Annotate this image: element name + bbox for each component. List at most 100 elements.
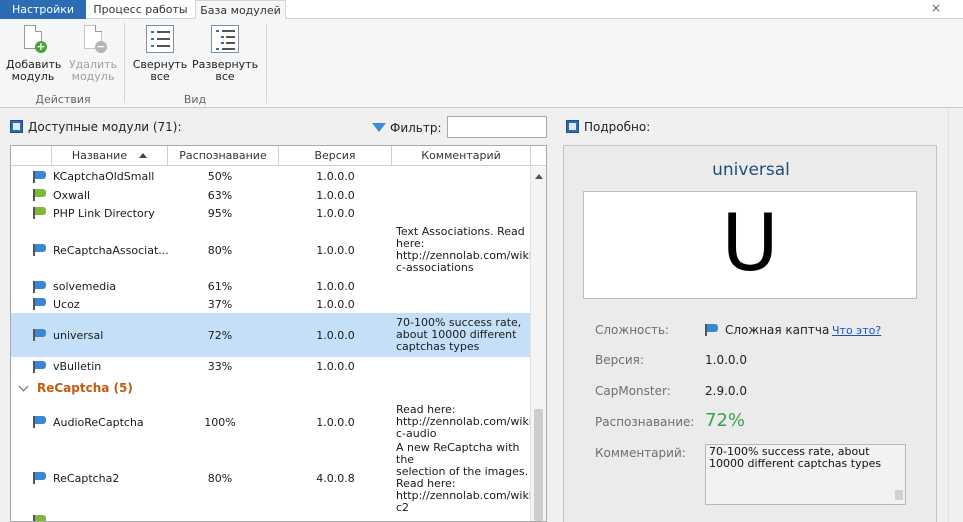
close-icon[interactable]: × [929, 1, 943, 15]
table-row[interactable]: vBulletin 33% 1.0.0.0 [11, 357, 530, 376]
complexity-label: Сложность: [595, 323, 670, 337]
comment-scroll-handle[interactable] [895, 490, 903, 500]
header-version[interactable]: Версия [278, 146, 391, 166]
what-is-this-link[interactable]: Что это? [832, 324, 881, 337]
cell-recognition: 33% [207, 360, 233, 373]
cell-recognition: 100% [204, 415, 236, 429]
details-panel: universal U Сложность: Сложная каптча Чт… [563, 145, 937, 522]
recognition-value: 72% [705, 410, 746, 431]
tab-workflow[interactable]: Процесс работы [86, 0, 195, 19]
expand-all-button[interactable]: Развернуть все [192, 23, 258, 83]
flag-icon [705, 324, 719, 336]
details-icon [566, 120, 579, 133]
grid-scrollbar[interactable] [530, 167, 546, 521]
cell-comment [396, 512, 530, 521]
cell-name: Ucoz [33, 295, 172, 313]
cell-recognition: 61% [207, 280, 233, 293]
funnel-icon [372, 123, 386, 132]
cell-version: 1.0.0.0 [316, 360, 355, 373]
document-add-icon: + [17, 23, 49, 55]
header-comment[interactable]: Комментарий [391, 146, 530, 166]
ribbon: + Добавить модуль − Удалить модуль Дейст… [0, 19, 963, 108]
cell-comment [396, 186, 530, 204]
comment-box[interactable]: 70-100% success rate, about 10000 differ… [705, 444, 906, 505]
window-scrollbar[interactable] [948, 108, 963, 522]
module-name: universal [53, 328, 104, 342]
flag-icon [33, 280, 47, 293]
module-name: vBulletin [53, 360, 102, 373]
cell-recognition: 80% [207, 243, 233, 257]
cell-comment: Read here: http://zennolab.com/wiki/r c-… [396, 403, 541, 440]
table-row[interactable]: Ucoz 37% 1.0.0.0 [11, 295, 530, 313]
cell-name: ReCaptchaAssociat... [33, 222, 172, 278]
complexity-text: Сложная каптча [725, 323, 830, 337]
cell-version [279, 512, 392, 521]
cell-version: 1.0.0.0 [316, 170, 355, 183]
sort-ascending-icon [139, 153, 148, 158]
recognition-label: Распознавание: [595, 415, 695, 429]
header-recognition[interactable]: Распознавание [167, 146, 278, 166]
cell-version: 1.0.0.0 [316, 188, 355, 202]
flag-icon [33, 329, 47, 341]
tab-settings[interactable]: Настройки [0, 0, 86, 19]
cell-comment: 70-100% success rate, about 10000 differ… [396, 316, 522, 353]
modules-grid: Название Распознавание Версия Комментари… [10, 145, 547, 522]
table-row[interactable]: solvemedia 61% 1.0.0.0 [11, 278, 530, 295]
flag-icon [33, 416, 47, 428]
ribbon-separator [266, 23, 267, 103]
cell-recognition [158, 512, 282, 521]
modules-icon [10, 120, 23, 133]
document-remove-icon: − [77, 23, 109, 55]
cell-comment [396, 167, 530, 186]
header-name-label: Название [71, 149, 128, 162]
cell-name: solvemedia [33, 278, 172, 295]
cell-version: 1.0.0.0 [316, 243, 355, 257]
cell-recognition: 95% [207, 206, 233, 220]
cell-recognition: 80% [207, 471, 233, 485]
collapse-all-button[interactable]: Свернуть все [131, 23, 189, 83]
details-header-title: Подробно: [584, 120, 651, 134]
scrollbar-thumb[interactable] [534, 409, 543, 521]
group-label-actions: Действия [35, 93, 91, 106]
chevron-down-icon[interactable] [18, 381, 29, 392]
cell-name: PHP Link Directory [33, 204, 172, 222]
group-row-recaptcha[interactable]: ReCaptcha (5) [11, 376, 530, 400]
cell-comment: Text Associations. Read here: http://zen… [396, 225, 541, 274]
cell-version: 4.0.0.8 [316, 471, 355, 485]
available-modules-title: Доступные модули (71): [28, 120, 182, 134]
table-row[interactable]: ReCaptcha2 80% 4.0.0.8 A new ReCaptcha with… [11, 442, 540, 514]
table-row[interactable]: AudioReCaptcha 100% 1.0.0.0 Read here: http… [11, 400, 541, 444]
module-name: solvemedia [53, 280, 117, 293]
table-row[interactable]: KCaptchaOldSmall 50% 1.0.0.0 [11, 167, 530, 186]
add-module-label: Добавить модуль [6, 58, 62, 83]
version-label: Версия: [595, 353, 644, 367]
tab-module-base[interactable]: База модулей [195, 0, 286, 20]
filter-input[interactable] [447, 116, 547, 138]
module-name: ReCaptchaAssociat... [53, 243, 169, 257]
table-row[interactable]: universal 72% 1.0.0.0 70-100% success rate,… [11, 313, 530, 357]
cell-recognition: 37% [207, 297, 233, 311]
captcha-preview: U [583, 191, 917, 299]
cell-name [33, 512, 172, 521]
table-row[interactable] [11, 512, 530, 521]
table-row[interactable]: PHP Link Directory 95% 1.0.0.0 [11, 204, 530, 222]
table-row[interactable]: ReCaptchaAssociat... 80% 1.0.0.0 Text Assoc… [11, 222, 541, 278]
filter-label: Фильтр: [372, 117, 442, 139]
module-name: Ucoz [53, 297, 80, 311]
scroll-up-icon[interactable] [535, 174, 543, 179]
cell-comment [396, 295, 530, 313]
module-name: PHP Link Directory [53, 206, 155, 220]
group-label-view: Вид [183, 93, 207, 106]
add-module-button[interactable]: + Добавить модуль [6, 23, 62, 83]
cell-recognition: 72% [207, 328, 233, 342]
list-collapse-icon [144, 23, 176, 55]
cell-version: 1.0.0.0 [316, 328, 355, 342]
cell-comment [396, 357, 530, 376]
details-header: Подробно: [566, 116, 650, 138]
header-name[interactable]: Название [51, 146, 167, 166]
flag-icon [33, 298, 47, 310]
header-scroll-corner [530, 146, 546, 166]
remove-module-button[interactable]: − Удалить модуль [66, 23, 120, 83]
table-row[interactable]: Oxwall 63% 1.0.0.0 [11, 186, 530, 204]
version-value: 1.0.0.0 [705, 353, 747, 367]
